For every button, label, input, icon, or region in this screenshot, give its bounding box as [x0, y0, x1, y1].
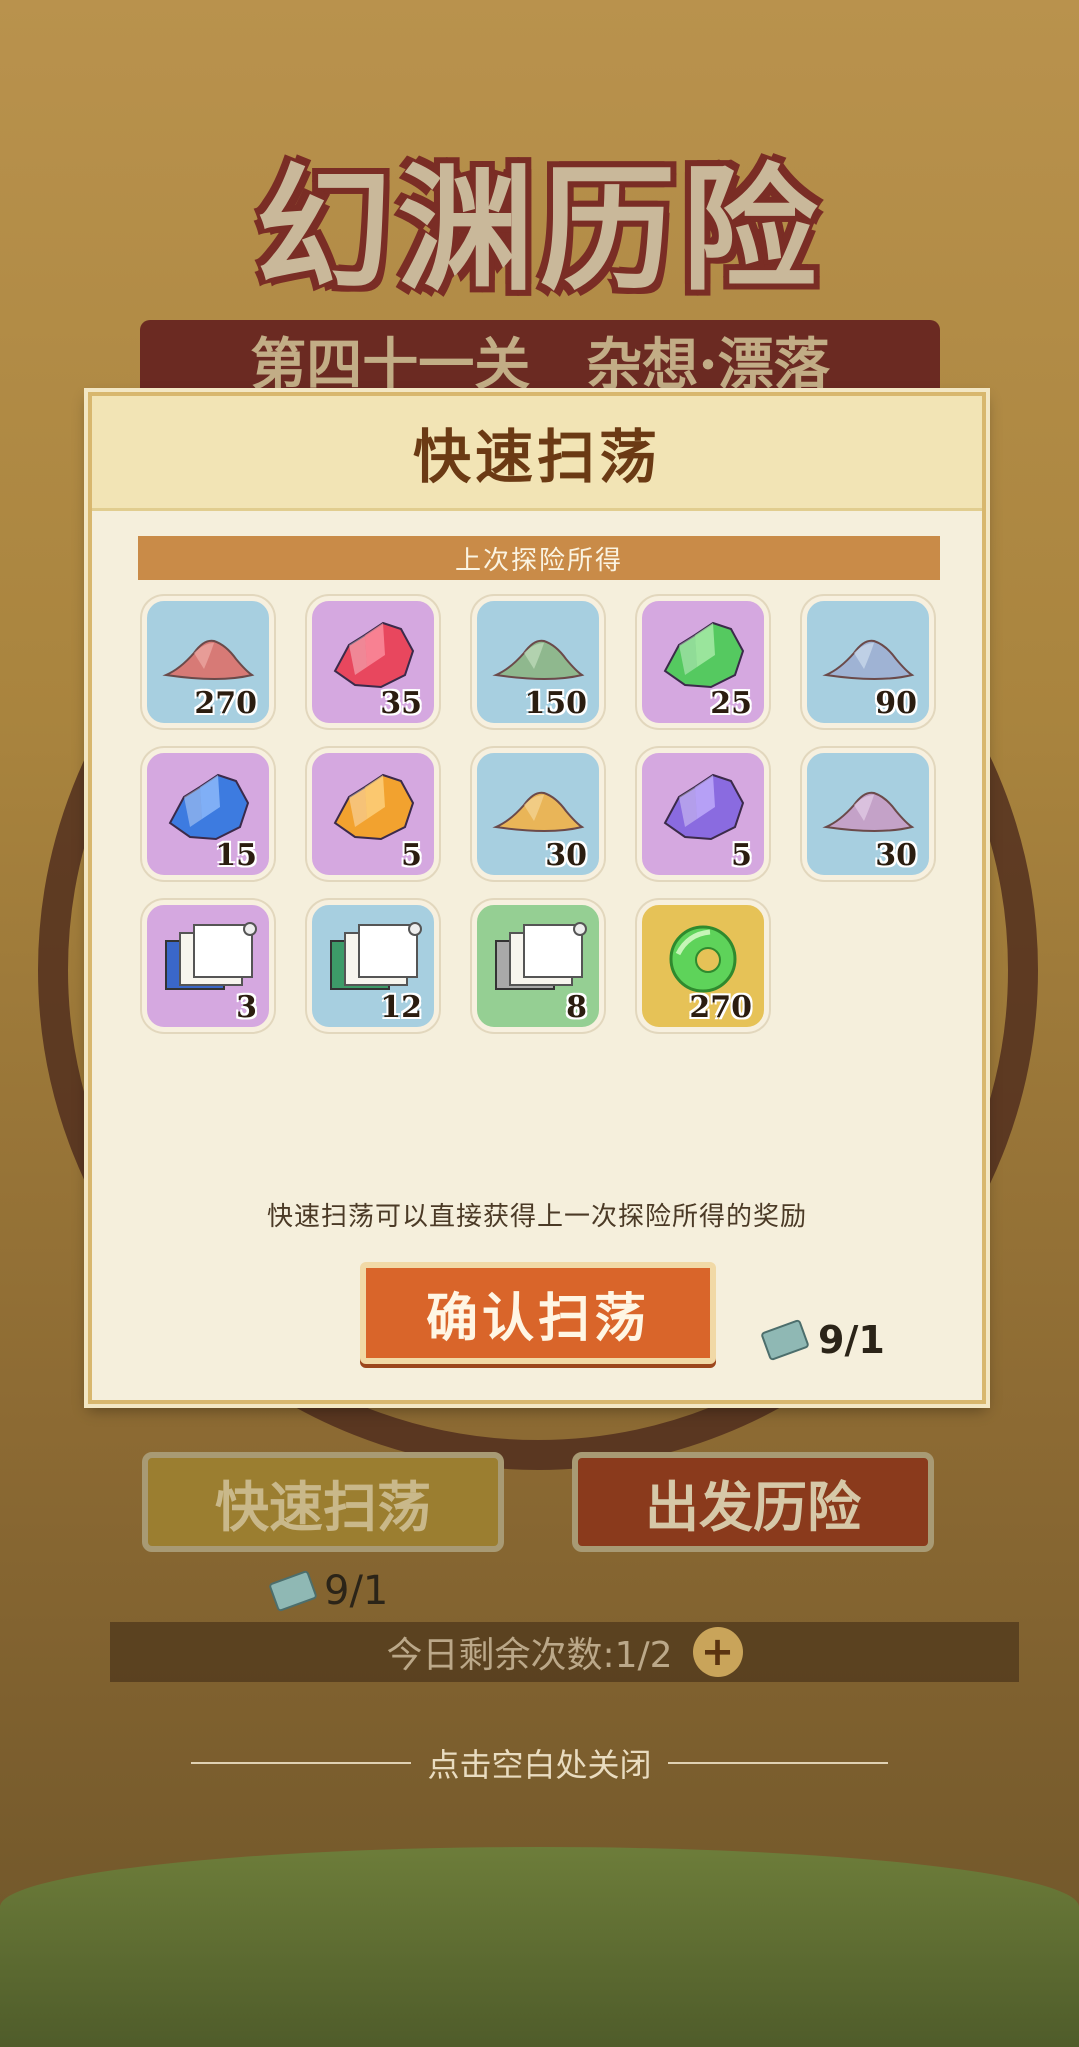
- close-hint[interactable]: 点击空白处关闭: [0, 1738, 1079, 1788]
- reward-count: 25: [710, 686, 752, 721]
- reward-count: 150: [524, 686, 587, 721]
- reward-item[interactable]: 30: [472, 748, 604, 880]
- reward-grid: 270 35 150 25 90 15 5 30 5 30 3 12 8 270: [142, 596, 952, 1032]
- close-hint-label: 点击空白处关闭: [427, 1746, 652, 1784]
- reward-count: 30: [545, 838, 587, 873]
- reward-item[interactable]: 8: [472, 900, 604, 1032]
- reward-item[interactable]: 3: [142, 900, 274, 1032]
- sweep-ticket-counter: 9/1: [760, 1318, 885, 1362]
- reward-item[interactable]: 30: [802, 748, 934, 880]
- reward-item[interactable]: 15: [142, 748, 274, 880]
- level-banner: 第四十一关 杂想·漂落: [140, 320, 940, 400]
- reward-count: 270: [194, 686, 257, 721]
- event-title: 幻渊历险: [255, 150, 824, 310]
- quick-sweep-button-background: 快速扫荡: [142, 1452, 504, 1552]
- confirm-sweep-button[interactable]: 确认扫荡: [360, 1262, 716, 1364]
- daily-remaining-label: 今日剩余次数:1/2: [386, 1635, 673, 1676]
- depart-button-background: 出发历险: [572, 1452, 934, 1552]
- reward-count: 5: [401, 838, 422, 873]
- reward-item[interactable]: 5: [307, 748, 439, 880]
- reward-item[interactable]: 270: [637, 900, 769, 1032]
- background-ground: [0, 1847, 1079, 2047]
- reward-item[interactable]: 12: [307, 900, 439, 1032]
- reward-count: 90: [875, 686, 917, 721]
- reward-item[interactable]: 5: [637, 748, 769, 880]
- quick-sweep-dialog: 快速扫荡 上次探险所得 270 35 150 25 90 15 5 30 5 30 3 12 8 270 …: [88, 392, 986, 1404]
- sweep-description: 快速扫荡可以直接获得上一次探险所得的奖励: [266, 1202, 807, 1232]
- reward-count: 30: [875, 838, 917, 873]
- reward-count: 15: [215, 838, 257, 873]
- reward-count: 270: [689, 990, 752, 1025]
- sweep-ticket-count: 9/1: [818, 1318, 885, 1362]
- ticket-icon: [268, 1569, 318, 1613]
- ticket-icon: [760, 1318, 810, 1362]
- background-ticket-counter: 9/1: [268, 1568, 389, 1614]
- reward-item[interactable]: 90: [802, 596, 934, 728]
- daily-remaining-bar: 今日剩余次数:1/2 +: [110, 1622, 1019, 1682]
- background-ticket-count: 9/1: [324, 1568, 389, 1614]
- dialog-title: 快速扫荡: [412, 423, 661, 491]
- lilac-sand-icon: [820, 777, 916, 841]
- reward-count: 3: [236, 990, 257, 1025]
- add-attempts-icon: +: [692, 1627, 743, 1677]
- divider-left: [191, 1762, 412, 1764]
- last-rewards-section-bar: 上次探险所得: [138, 536, 940, 580]
- blue-sand-icon: [820, 625, 916, 689]
- reward-count: 8: [566, 990, 587, 1025]
- green-sand-icon: [490, 625, 586, 689]
- yellow-sand-icon: [490, 777, 586, 841]
- divider-right: [667, 1762, 888, 1764]
- reward-item[interactable]: 25: [637, 596, 769, 728]
- reward-count: 12: [380, 990, 422, 1025]
- reward-item[interactable]: 35: [307, 596, 439, 728]
- reward-item[interactable]: 270: [142, 596, 274, 728]
- reward-item[interactable]: 150: [472, 596, 604, 728]
- red-sand-icon: [160, 625, 256, 689]
- dialog-header: 快速扫荡: [92, 396, 982, 511]
- reward-count: 35: [380, 686, 422, 721]
- reward-count: 5: [731, 838, 752, 873]
